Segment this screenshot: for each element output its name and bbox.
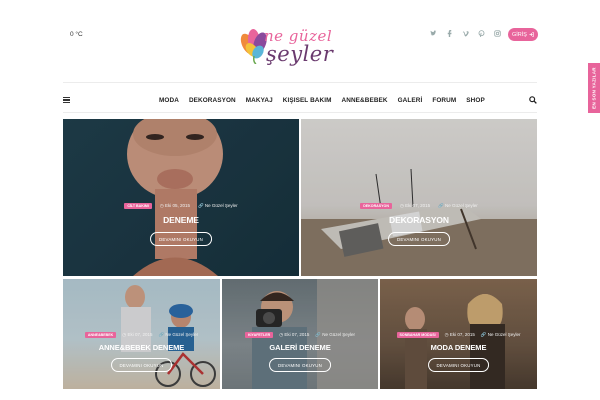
nav-item-dekorasyon[interactable]: DEKORASYON [189, 93, 236, 109]
post-date: ◷ Eki 07, 2015 [279, 332, 310, 337]
nav-item-makyaj[interactable]: MAKYAJ [246, 93, 273, 109]
site-logo[interactable]: ne güzel şeyler [238, 24, 368, 68]
post-author[interactable]: 🔗 Ne Güzel Şeyler [158, 332, 198, 338]
nav-item-moda[interactable]: MODA [159, 93, 179, 109]
post-meta: KIYAFETLER ◷ Eki 07, 2015 🔗 Ne Güzel Şey… [222, 332, 378, 338]
nav-item-galeri[interactable]: GALERİ [398, 93, 423, 109]
social-links [425, 30, 505, 39]
category-badge[interactable]: CİLT BAKIMI [124, 203, 152, 209]
category-badge[interactable]: DEKORASYON [360, 203, 392, 209]
post-date: ◷ Eki 05, 2015 [159, 203, 191, 208]
post-meta: ANNE&BEBEK ◷ Eki 07, 2015 🔗 Ne Güzel Şey… [63, 332, 220, 338]
nav-item-shop[interactable]: SHOP [466, 93, 485, 109]
post-title[interactable]: GALERİ DENEME [222, 343, 378, 352]
vimeo-icon[interactable] [457, 30, 473, 39]
read-more-button[interactable]: DEVAMINI OKUYUN [110, 358, 173, 372]
category-badge[interactable]: SONBAHAR MODASI [396, 332, 439, 338]
sign-in-icon [529, 32, 534, 37]
category-badge[interactable]: KIYAFETLER [244, 332, 274, 338]
read-more-button[interactable]: DEVAMINI OKUYUN [150, 232, 212, 246]
search-icon[interactable] [529, 96, 537, 104]
post-title[interactable]: ANNE&BEBEK DENEME [63, 343, 220, 352]
post-meta: CİLT BAKIMI ◷ Eki 05, 2015 🔗 Ne Güzel Şe… [63, 203, 299, 209]
post-author[interactable]: 🔗 Ne Güzel Şeyler [438, 203, 478, 209]
latest-posts-label: EN SON YAZILAR [591, 67, 597, 109]
main-menu: MODA DEKORASYON MAKYAJ KIŞISEL BAKIM ANN… [159, 93, 485, 109]
nav-divider [63, 112, 537, 113]
post-title[interactable]: MODA DENEME [380, 343, 537, 352]
instagram-icon[interactable] [489, 30, 505, 39]
post-card-moda[interactable]: SONBAHAR MODASI ◷ Eki 07, 2015 🔗 Ne Güze… [380, 279, 537, 389]
post-card-dekorasyon[interactable]: DEKORASYON ◷ Eki 07, 2015 🔗 Ne Güzel Şey… [301, 119, 537, 276]
main-navigation: MODA DEKORASYON MAKYAJ KIŞISEL BAKIM ANN… [63, 93, 537, 109]
nav-item-forum[interactable]: FORUM [432, 93, 456, 109]
read-more-button[interactable]: DEVAMINI OKUYUN [269, 358, 331, 372]
pinterest-icon[interactable] [473, 30, 489, 39]
post-card-galeri[interactable]: KIYAFETLER ◷ Eki 07, 2015 🔗 Ne Güzel Şey… [222, 279, 378, 389]
login-label: GİRİŞ [512, 31, 527, 38]
post-date: ◷ Eki 07, 2015 [399, 203, 431, 208]
post-meta: SONBAHAR MODASI ◷ Eki 07, 2015 🔗 Ne Güze… [380, 332, 537, 338]
weather-widget: 0 °C [70, 31, 83, 38]
category-badge[interactable]: ANNE&BEBEK [84, 332, 117, 338]
post-date: ◷ Eki 07, 2015 [122, 332, 153, 337]
post-card-deneme[interactable]: CİLT BAKIMI ◷ Eki 05, 2015 🔗 Ne Güzel Şe… [63, 119, 299, 276]
post-title[interactable]: DENEME [63, 215, 299, 225]
read-more-button[interactable]: DEVAMINI OKUYUN [388, 232, 450, 246]
facebook-icon[interactable] [441, 30, 457, 39]
post-author[interactable]: 🔗 Ne Güzel Şeyler [481, 332, 521, 338]
post-author[interactable]: 🔗 Ne Güzel Şeyler [315, 332, 355, 338]
post-card-anne-bebek[interactable]: ANNE&BEBEK ◷ Eki 07, 2015 🔗 Ne Güzel Şey… [63, 279, 220, 389]
image-overlay [63, 119, 299, 276]
latest-posts-tab[interactable]: EN SON YAZILAR [588, 63, 600, 113]
read-more-button[interactable]: DEVAMINI OKUYUN [427, 358, 490, 372]
post-meta: DEKORASYON ◷ Eki 07, 2015 🔗 Ne Güzel Şey… [301, 203, 537, 209]
logo-text-bottom: şeyler [266, 42, 334, 66]
image-overlay [301, 119, 537, 276]
twitter-icon[interactable] [425, 30, 441, 39]
header-divider [63, 82, 537, 83]
nav-item-anne-bebek[interactable]: ANNE&BEBEK [342, 93, 388, 109]
nav-item-kisisel-bakim[interactable]: KIŞISEL BAKIM [283, 93, 332, 109]
login-button[interactable]: GİRİŞ [508, 28, 538, 41]
post-title[interactable]: DEKORASYON [301, 215, 537, 225]
hamburger-menu-icon[interactable] [63, 97, 70, 103]
post-author[interactable]: 🔗 Ne Güzel Şeyler [198, 203, 238, 209]
post-date: ◷ Eki 07, 2015 [444, 332, 475, 337]
